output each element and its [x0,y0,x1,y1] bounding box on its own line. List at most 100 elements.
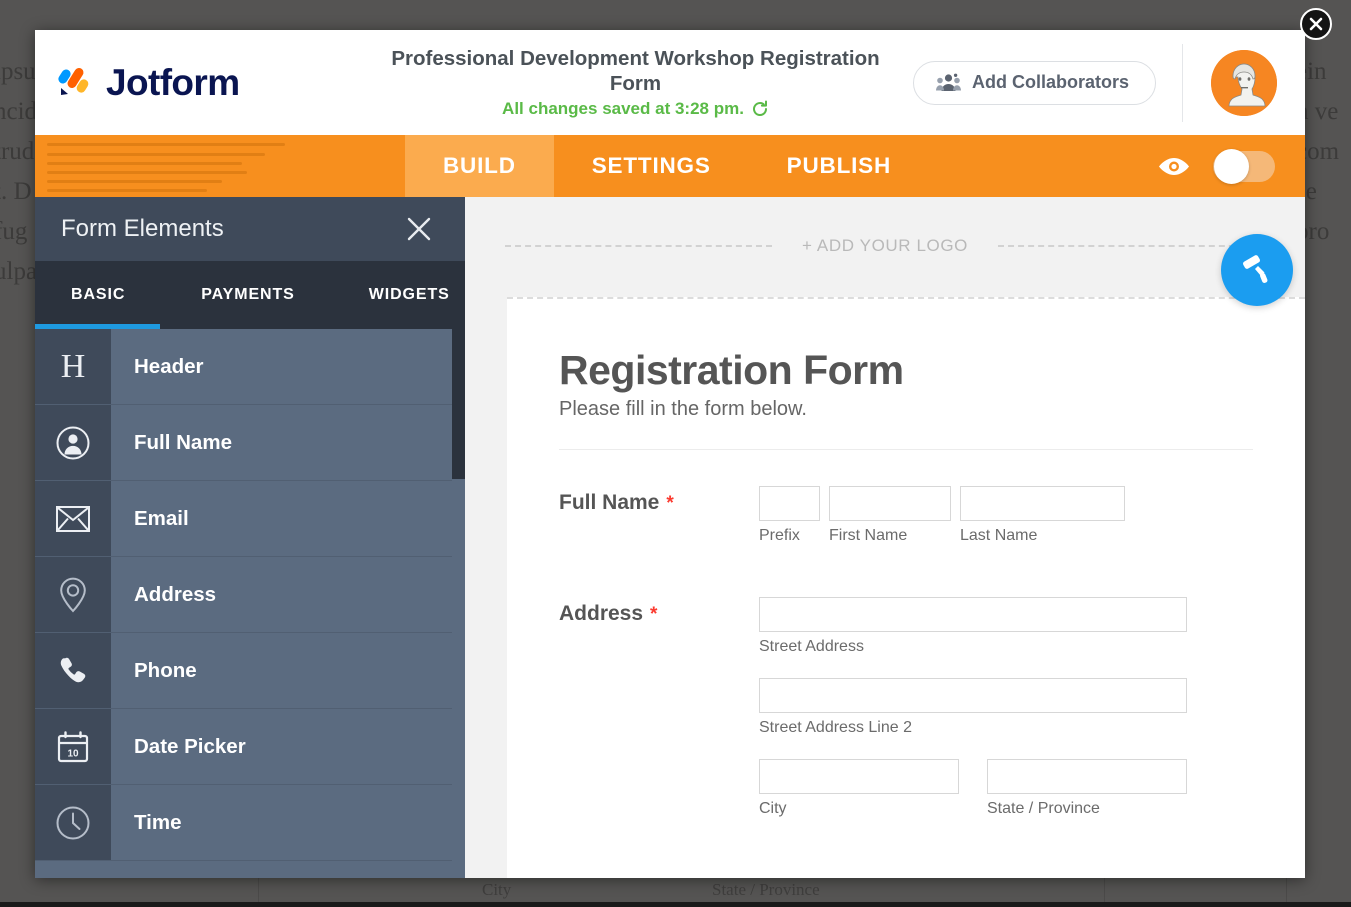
tab-publish-label: PUBLISH [786,153,892,178]
required-asterisk: * [666,493,674,514]
jotform-builder-modal: Jotform Professional Development Worksho… [35,30,1305,878]
svg-text:10: 10 [67,748,79,759]
avatar[interactable] [1211,49,1277,116]
envelope-icon [35,481,111,556]
tab-basic-label: BASIC [71,286,126,303]
form-elements-list[interactable]: H Header Full Name Email Address Phone 1… [35,329,465,878]
panel-scrollbar-track[interactable] [452,329,465,878]
form-preview-card: Registration Form Please fill in the for… [507,297,1305,878]
first-name-input[interactable] [829,486,951,521]
last-name-label: Last Name [960,527,1038,544]
form-divider [559,449,1253,450]
background-label-state: State / Province [712,880,820,899]
field-label-text: Address [559,602,644,625]
subfield-prefix: Prefix [759,486,820,545]
tab-basic[interactable]: BASIC [35,261,161,329]
field-label-text: Full Name [559,491,660,514]
element-item-phone[interactable]: Phone [35,633,465,709]
element-label: Date Picker [111,709,465,784]
subfield-city: City [759,759,959,818]
add-logo-row: + ADD YOUR LOGO [465,197,1305,295]
element-label: Full Name [111,405,465,480]
street-address-line2-input[interactable] [759,678,1187,713]
add-collaborators-button[interactable]: Add Collaborators [912,60,1156,105]
required-asterisk: * [650,604,658,625]
logo-dash-right [998,245,1266,247]
element-item-date-picker[interactable]: 10 Date Picker [35,709,465,785]
element-item-address[interactable]: Address [35,557,465,633]
tab-build[interactable]: BUILD [405,135,554,197]
background-label-city: City [482,880,512,899]
form-enabled-toggle[interactable] [1213,148,1275,184]
first-name-label: First Name [829,527,908,544]
phone-handset-icon [35,633,111,708]
form-subheading[interactable]: Please fill in the form below. [559,398,1305,421]
add-logo-button[interactable]: + ADD YOUR LOGO [802,236,968,256]
subfield-first-name: First Name [829,486,951,545]
field-inputs-full-name: Prefix First Name Last Name [759,486,1305,545]
brand-logo[interactable]: Jotform [58,62,388,104]
navbar-right-controls [1157,135,1305,197]
builder-navbar: BUILD SETTINGS PUBLISH [35,135,1305,197]
element-item-time[interactable]: Time [35,785,465,861]
header-divider [1182,43,1183,122]
form-elements-title: Form Elements [61,215,224,242]
close-icon[interactable] [405,215,433,243]
refresh-icon[interactable] [751,100,769,118]
tab-payments-label: PAYMENTS [201,286,295,303]
element-label: Address [111,557,465,632]
city-input[interactable] [759,759,959,794]
element-item-header[interactable]: H Header [35,329,465,405]
close-circle-icon[interactable] [1300,8,1332,40]
eye-icon[interactable] [1157,156,1191,177]
subfield-last-name: Last Name [960,486,1125,545]
field-full-name[interactable]: Full Name * Prefix First Name Last Name [559,486,1305,545]
state-province-label: State / Province [987,800,1100,817]
brand-name: Jotform [106,61,240,103]
form-title-block: Professional Development Workshop Regist… [358,46,913,119]
background-text-left: ipsuncidtrudt. Dfugulpa [0,58,38,285]
prefix-label: Prefix [759,527,800,544]
form-elements-panel: Form Elements BASIC PAYMENTS WIDGETS H H… [35,197,465,878]
last-name-input[interactable] [960,486,1125,521]
street-address-line2-label: Street Address Line 2 [759,719,912,736]
element-label: Time [111,785,465,860]
city-label: City [759,800,787,817]
prefix-input[interactable] [759,486,820,521]
tab-widgets[interactable]: WIDGETS [361,261,458,329]
state-province-input[interactable] [987,759,1187,794]
tab-payments[interactable]: PAYMENTS [193,261,302,329]
jotform-logo-icon [58,65,94,101]
tab-settings[interactable]: SETTINGS [554,135,749,197]
app-header: Jotform Professional Development Worksho… [35,30,1305,135]
element-item-email[interactable]: Email [35,481,465,557]
element-label: Email [111,481,465,556]
form-canvas: + ADD YOUR LOGO Registration Form Please… [465,197,1305,878]
element-label: Header [111,329,465,404]
calendar-icon: 10 [35,709,111,784]
street-address-label: Street Address [759,638,864,655]
element-item-full-name[interactable]: Full Name [35,405,465,481]
street-address-input[interactable] [759,597,1187,632]
save-status: All changes saved at 3:28 pm. [358,99,913,119]
form-heading[interactable]: Registration Form [559,347,1305,394]
field-address[interactable]: Address * Street Address Street Address L… [559,597,1305,818]
people-group-icon [935,73,961,92]
form-elements-header: Form Elements [35,197,465,261]
subfield-street-address-2: Street Address Line 2 [759,678,1305,737]
builder-body: Form Elements BASIC PAYMENTS WIDGETS H H… [35,197,1305,878]
logo-dash-left [505,245,773,247]
page-title[interactable]: Professional Development Workshop Regist… [390,46,880,96]
tab-settings-label: SETTINGS [591,153,711,178]
field-label-full-name: Full Name * [559,486,759,545]
tab-build-label: BUILD [443,153,516,178]
subfield-street-address: Street Address [759,597,1305,656]
panel-scrollbar-thumb[interactable] [452,329,465,479]
field-inputs-address: Street Address Street Address Line 2 Cit… [759,597,1305,818]
tab-widgets-label: WIDGETS [368,286,450,303]
paint-roller-icon[interactable] [1221,234,1293,306]
navbar-pattern [35,135,405,197]
user-circle-icon [35,405,111,480]
tab-publish[interactable]: PUBLISH [749,135,929,197]
element-label: Phone [111,633,465,708]
